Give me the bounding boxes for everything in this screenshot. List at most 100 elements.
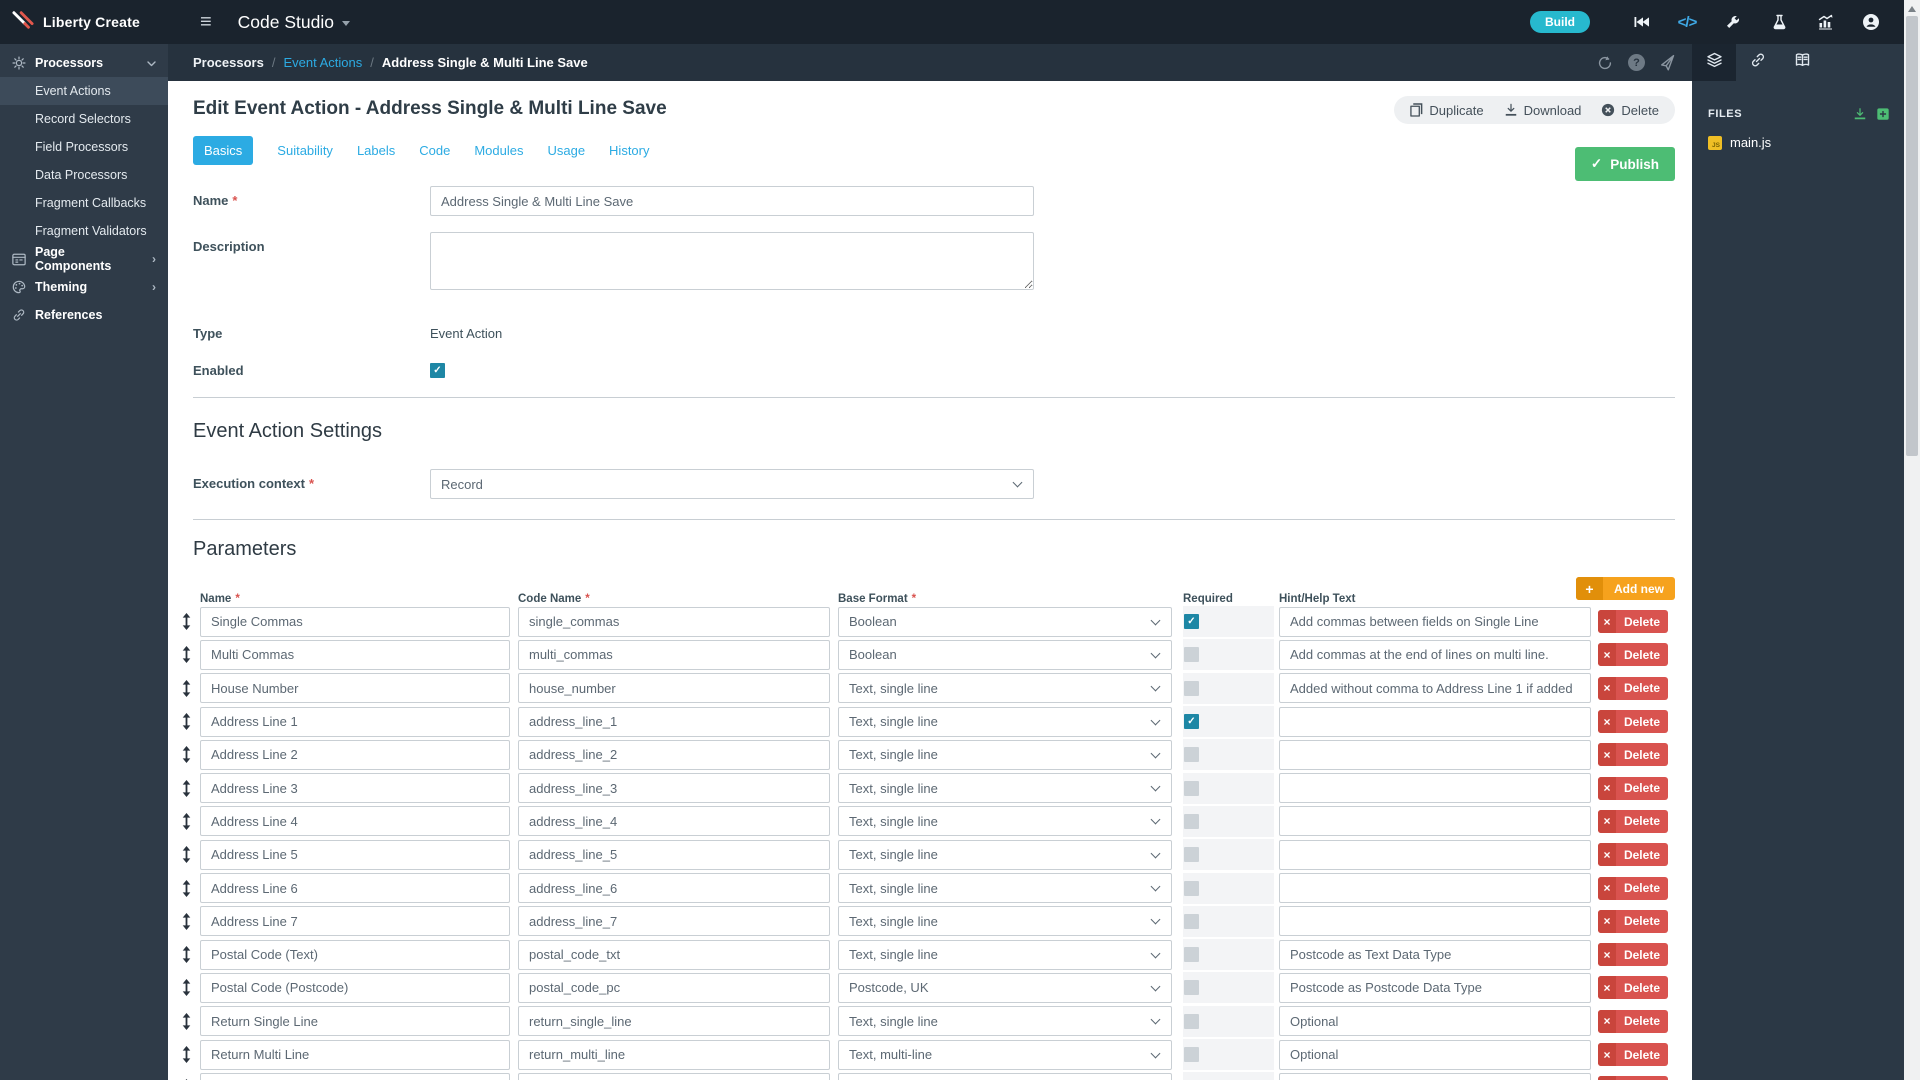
param-code-input[interactable]: [518, 906, 830, 937]
param-name-input[interactable]: [200, 1072, 510, 1080]
param-code-input[interactable]: [518, 1006, 830, 1037]
required-checkbox[interactable]: ✓: [1184, 780, 1199, 796]
tab-labels[interactable]: Labels: [357, 143, 395, 158]
drag-handle-icon[interactable]: [179, 613, 193, 631]
required-checkbox[interactable]: ✓: [1184, 947, 1199, 963]
required-checkbox[interactable]: ✓: [1184, 614, 1199, 630]
param-code-input[interactable]: [518, 673, 830, 704]
required-checkbox[interactable]: ✓: [1184, 913, 1199, 929]
param-code-input[interactable]: [518, 873, 830, 904]
delete-row-button[interactable]: × Delete: [1598, 876, 1668, 900]
tab-basics[interactable]: Basics: [193, 136, 254, 165]
param-name-input[interactable]: [200, 939, 510, 970]
param-code-input[interactable]: [518, 639, 830, 670]
param-code-input[interactable]: [518, 939, 830, 970]
flask-icon[interactable]: [1756, 14, 1802, 30]
param-code-input[interactable]: [518, 606, 830, 637]
param-format-select[interactable]: Boolean: [838, 639, 1172, 670]
param-code-input[interactable]: [518, 839, 830, 870]
param-code-input[interactable]: [518, 1072, 830, 1080]
delete-row-button[interactable]: × Delete: [1598, 809, 1668, 833]
tab-modules[interactable]: Modules: [474, 143, 523, 158]
delete-row-button[interactable]: × Delete: [1598, 1009, 1668, 1033]
param-code-input[interactable]: [518, 773, 830, 804]
param-hint-input[interactable]: [1279, 873, 1591, 904]
sidebar-item-fragment-callbacks[interactable]: Fragment Callbacks: [0, 189, 168, 217]
scroll-up-icon[interactable]: [1908, 6, 1916, 12]
required-checkbox[interactable]: ✓: [1184, 847, 1199, 863]
param-code-input[interactable]: [518, 806, 830, 837]
sidebar-item-fragment-validators[interactable]: Fragment Validators: [0, 217, 168, 245]
param-hint-input[interactable]: [1279, 806, 1591, 837]
drag-handle-icon[interactable]: [179, 946, 193, 964]
sidebar-item-data-processors[interactable]: Data Processors: [0, 161, 168, 189]
tab-suitability[interactable]: Suitability: [277, 143, 333, 158]
chart-icon[interactable]: [1802, 14, 1848, 30]
param-hint-input[interactable]: [1279, 1006, 1591, 1037]
name-input[interactable]: [430, 186, 1034, 216]
drag-handle-icon[interactable]: [179, 846, 193, 864]
delete-row-button[interactable]: × Delete: [1598, 909, 1668, 933]
duplicate-button[interactable]: Duplicate: [1410, 103, 1484, 118]
drag-handle-icon[interactable]: [179, 646, 193, 664]
drag-handle-icon[interactable]: [179, 779, 193, 797]
param-hint-input[interactable]: [1279, 972, 1591, 1003]
required-checkbox[interactable]: ✓: [1184, 813, 1199, 829]
publish-button[interactable]: ✓ Publish: [1574, 147, 1675, 181]
param-hint-input[interactable]: [1279, 639, 1591, 670]
hamburger-icon[interactable]: ≡: [200, 11, 212, 34]
param-name-input[interactable]: [200, 873, 510, 904]
refresh-icon[interactable]: [1597, 55, 1613, 71]
param-name-input[interactable]: [200, 906, 510, 937]
download-button[interactable]: Download: [1504, 103, 1581, 118]
delete-row-button[interactable]: × Delete: [1598, 1043, 1668, 1066]
help-icon[interactable]: ?: [1628, 54, 1645, 71]
param-name-input[interactable]: [200, 1006, 510, 1037]
param-name-input[interactable]: [200, 839, 510, 870]
param-name-input[interactable]: [200, 706, 510, 737]
brand[interactable]: Liberty Create: [0, 10, 168, 35]
param-hint-input[interactable]: [1279, 739, 1591, 770]
app-switcher[interactable]: Code Studio: [238, 12, 350, 33]
tab-code[interactable]: Code: [419, 143, 450, 158]
param-format-select[interactable]: Text, single line: [838, 906, 1172, 937]
drag-handle-icon[interactable]: [179, 879, 193, 897]
required-checkbox[interactable]: ✓: [1184, 680, 1199, 696]
param-name-input[interactable]: [200, 972, 510, 1003]
tab-files[interactable]: [1692, 44, 1736, 81]
required-checkbox[interactable]: ✓: [1184, 1013, 1199, 1029]
sidebar-section-theming[interactable]: Theming ›: [0, 273, 168, 301]
add-file-icon[interactable]: [1876, 107, 1890, 121]
tab-links[interactable]: [1736, 44, 1780, 81]
delete-row-button[interactable]: × Delete: [1598, 1076, 1668, 1080]
drag-handle-icon[interactable]: [179, 1046, 193, 1063]
wrench-icon[interactable]: [1710, 14, 1756, 30]
required-checkbox[interactable]: ✓: [1184, 747, 1199, 763]
tab-history[interactable]: History: [609, 143, 649, 158]
param-format-select[interactable]: Postcode, UK: [838, 972, 1172, 1003]
sidebar-section-references[interactable]: References: [0, 301, 168, 329]
sidebar-item-field-processors[interactable]: Field Processors: [0, 133, 168, 161]
param-code-input[interactable]: [518, 739, 830, 770]
delete-row-button[interactable]: × Delete: [1598, 743, 1668, 767]
param-format-select[interactable]: Text, single line: [838, 739, 1172, 770]
param-format-select[interactable]: Text, single line: [838, 1006, 1172, 1037]
drag-handle-icon[interactable]: [179, 746, 193, 764]
tab-docs[interactable]: [1780, 44, 1824, 81]
drag-handle-icon[interactable]: [179, 979, 193, 997]
delete-row-button[interactable]: × Delete: [1598, 643, 1668, 667]
delete-row-button[interactable]: × Delete: [1598, 610, 1668, 634]
param-format-select[interactable]: Text, single line: [838, 939, 1172, 970]
param-name-input[interactable]: [200, 673, 510, 704]
sidebar-section-processors[interactable]: Processors: [0, 49, 168, 77]
user-icon[interactable]: [1848, 13, 1894, 31]
param-hint-input[interactable]: [1279, 839, 1591, 870]
scrollbar-thumb[interactable]: [1906, 16, 1918, 456]
param-name-input[interactable]: [200, 639, 510, 670]
param-hint-input[interactable]: [1279, 939, 1591, 970]
param-hint-input[interactable]: [1279, 1072, 1591, 1080]
param-hint-input[interactable]: [1279, 773, 1591, 804]
required-checkbox[interactable]: ✓: [1184, 980, 1199, 996]
drag-handle-icon[interactable]: [179, 679, 193, 697]
description-textarea[interactable]: [430, 232, 1034, 290]
